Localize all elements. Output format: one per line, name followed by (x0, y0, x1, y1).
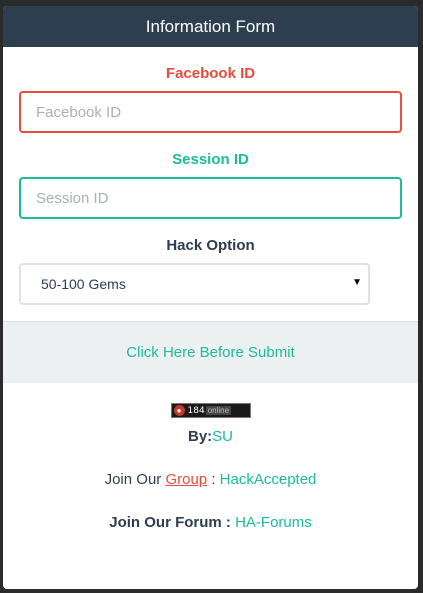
author-name: SU (212, 428, 233, 445)
group-separator: : (207, 471, 220, 488)
group-link[interactable]: Group (165, 471, 207, 488)
author-line: By:SU (3, 428, 418, 445)
online-counter-badge[interactable]: ● 184 online (170, 403, 251, 418)
group-name: HackAccepted (219, 471, 317, 488)
hack-option-selected-value: 50-100 Gems (41, 276, 126, 292)
facebook-id-input[interactable] (19, 91, 402, 133)
forum-prefix: Join Our Forum : (109, 514, 236, 531)
information-form-panel: Information Form Facebook ID Session ID … (3, 6, 418, 589)
facebook-id-label: Facebook ID (165, 65, 256, 82)
person-icon: ● (173, 405, 185, 416)
hack-option-select[interactable]: 50-100 Gems ▼ (19, 263, 370, 305)
caret-down-icon: ▼ (352, 277, 362, 288)
hack-option-label: Hack Option (166, 237, 255, 254)
session-id-label: Session ID (172, 151, 249, 168)
forum-link[interactable]: HA-Forums (235, 514, 312, 531)
form-body: Facebook ID Session ID Hack Option (3, 65, 418, 255)
online-label: online (205, 406, 232, 415)
by-prefix: By: (187, 428, 213, 445)
join-forum-line: Join Our Forum : HA-Forums (3, 514, 418, 531)
group-prefix: Join Our (104, 471, 166, 488)
submit-bar: Click Here Before Submit (3, 321, 418, 383)
page-title: Information Form (145, 16, 276, 36)
submit-link[interactable]: Click Here Before Submit (126, 344, 294, 361)
panel-header: Information Form (3, 6, 418, 47)
session-id-input[interactable] (19, 177, 402, 219)
online-count: 184 (187, 405, 205, 416)
join-group-line: Join Our Group : HackAccepted (3, 471, 418, 488)
